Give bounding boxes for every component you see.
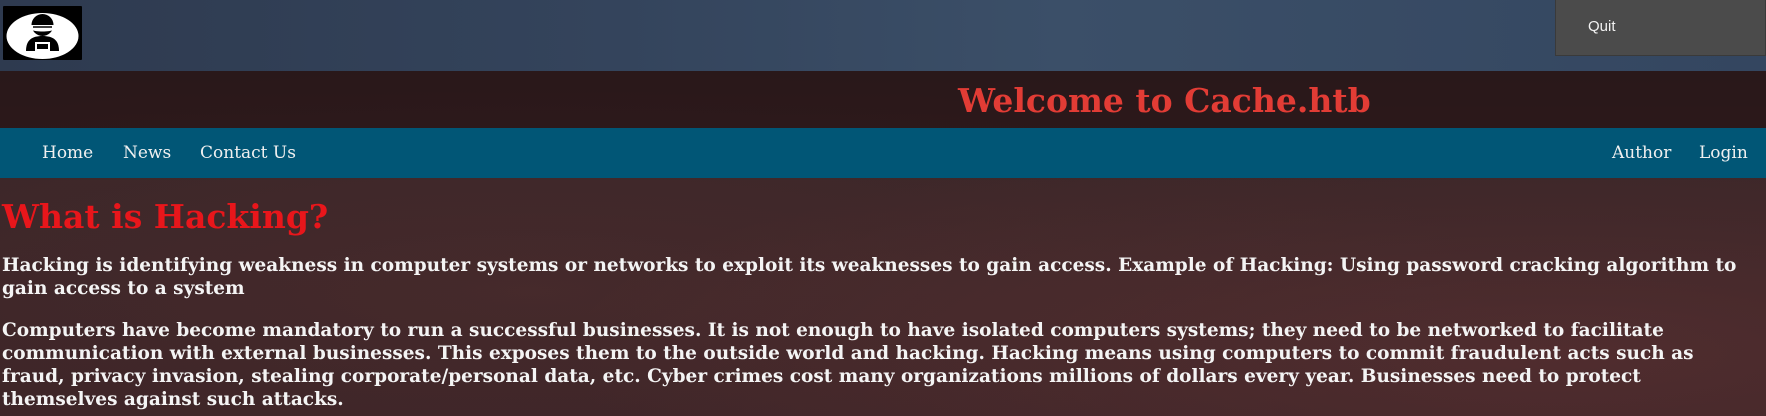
- nav-contact-us-link[interactable]: Contact Us: [200, 128, 296, 178]
- page-heading: What is Hacking?: [2, 197, 329, 236]
- body-paragraph: Computers have become mandatory to run a…: [2, 320, 1694, 410]
- quit-button[interactable]: Quit: [1555, 0, 1766, 56]
- nav-author-link[interactable]: Author: [1612, 128, 1671, 178]
- hacker-logo-icon[interactable]: [3, 6, 82, 60]
- site-title: Welcome to Cache.htb: [958, 81, 1371, 120]
- title-bar: [0, 71, 1766, 128]
- main-content: What is Hacking? Hacking is identifying …: [2, 178, 1764, 411]
- main-navbar: Home News Contact Us Author Login: [0, 128, 1766, 178]
- intro-paragraph: Hacking is identifying weakness in compu…: [2, 255, 1737, 299]
- nav-login-link[interactable]: Login: [1699, 128, 1748, 178]
- top-bar: Quit: [0, 0, 1766, 71]
- nav-home-link[interactable]: Home: [42, 128, 93, 178]
- nav-news-link[interactable]: News: [123, 128, 171, 178]
